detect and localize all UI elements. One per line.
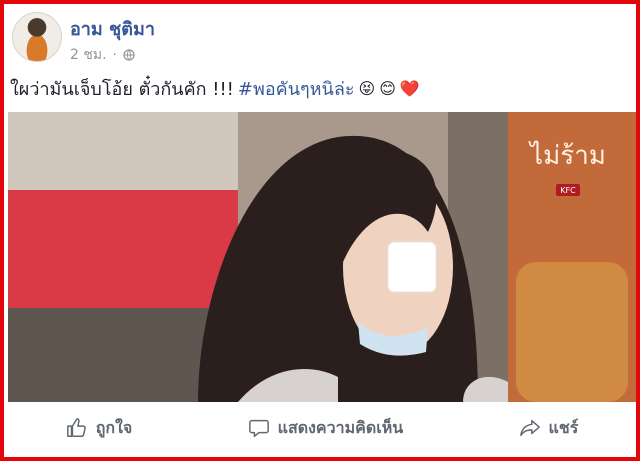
comment-label: แสดงความคิดเห็น — [277, 417, 404, 437]
facebook-post: อาม ชุติมา 2 ชม. · ใผว่ามันเจ็บโอ้ย ตั๋ว… — [4, 4, 636, 457]
share-label: แชร์ — [548, 417, 579, 437]
thumbs-up-icon — [66, 418, 86, 437]
post-actions: ถูกใจ แสดงความคิดเห็น แชร์ — [8, 404, 636, 452]
hashtag-link[interactable]: #พอคันๆหนิล่ะ — [238, 74, 355, 103]
avatar[interactable] — [12, 12, 62, 62]
timestamp[interactable]: 2 ชม. — [70, 44, 107, 66]
post-header: อาม ชุติมา 2 ชม. · — [10, 10, 610, 70]
separator-dot: · — [112, 47, 117, 63]
comment-button[interactable]: แสดงความคิดเห็น — [248, 416, 404, 441]
message-text: ใผว่ามันเจ็บโอ้ย ตั๋วกันคัก !!! — [10, 79, 234, 100]
like-label: ถูกใจ — [95, 417, 133, 437]
heart-emoji: ❤️ — [399, 79, 420, 98]
sign-text: ไม่ร้าม — [528, 140, 606, 171]
post-meta: 2 ชม. · — [70, 44, 135, 66]
photo-illustration: ไม่ร้าม KFC — [8, 112, 636, 402]
author-name[interactable]: อาม ชุติมา — [70, 14, 155, 43]
squinting-tongue-emoji: 😝 — [358, 79, 376, 98]
like-button[interactable]: ถูกใจ — [66, 416, 133, 441]
comment-icon — [248, 419, 269, 437]
post-photo[interactable]: ไม่ร้าม KFC — [8, 112, 636, 402]
brand-badge: KFC — [560, 186, 576, 195]
post-message: ใผว่ามันเจ็บโอ้ย ตั๋วกันคัก !!! #พอคันๆห… — [10, 74, 420, 103]
smiling-emoji: 😊 — [379, 79, 396, 98]
share-button[interactable]: แชร์ — [519, 416, 579, 441]
globe-icon[interactable] — [123, 49, 135, 61]
share-icon — [519, 419, 540, 437]
